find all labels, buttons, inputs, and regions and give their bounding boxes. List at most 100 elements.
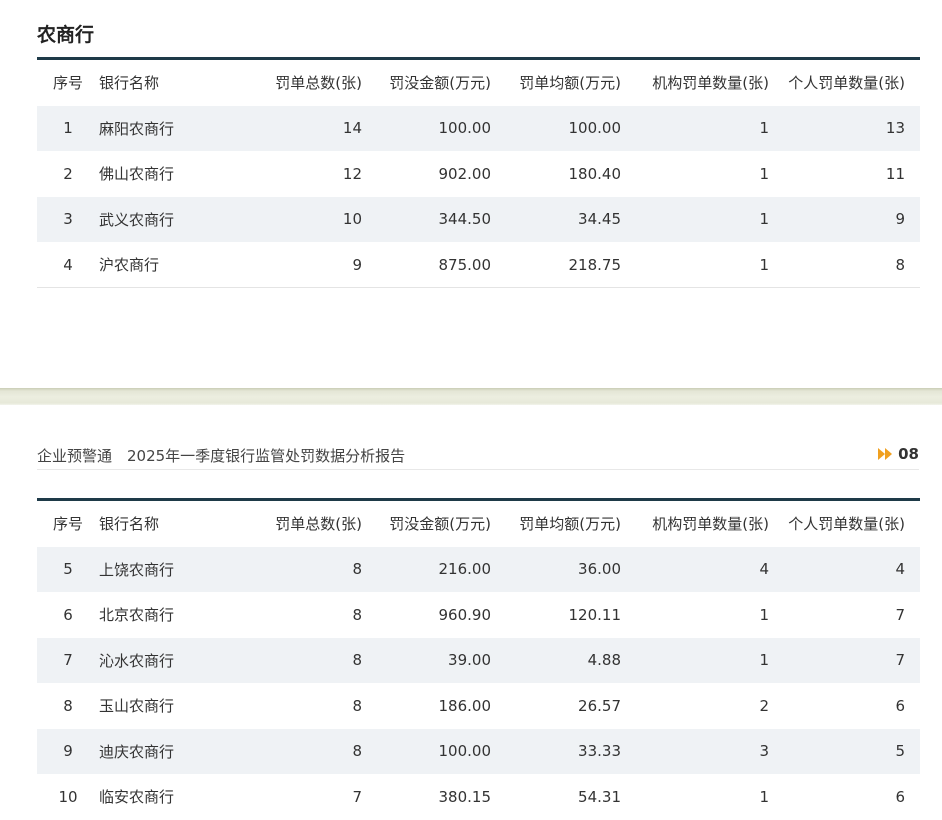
cell-individual-tickets: 8 bbox=[895, 255, 905, 274]
cell-index: 2 bbox=[63, 164, 73, 183]
report-page-top: 农商行 序号 银行名称 罚单总数(张) 罚没金额(万元) 罚单均额(万元) 机构… bbox=[0, 0, 942, 388]
cell-total-tickets: 8 bbox=[352, 560, 362, 579]
cell-total-tickets: 8 bbox=[352, 742, 362, 761]
cell-bank-name: 沁水农商行 bbox=[99, 651, 175, 670]
cell-index: 3 bbox=[63, 210, 73, 229]
cell-institution-tickets: 1 bbox=[759, 255, 769, 274]
cell-total-tickets: 8 bbox=[352, 605, 362, 624]
cell-individual-tickets: 11 bbox=[885, 164, 905, 183]
cell-total-tickets: 10 bbox=[342, 210, 362, 229]
cell-institution-tickets: 1 bbox=[759, 651, 769, 670]
cell-bank-name: 佛山农商行 bbox=[99, 165, 175, 184]
cell-institution-tickets: 2 bbox=[759, 696, 769, 715]
cell-fine-amount: 960.90 bbox=[438, 605, 492, 624]
cell-total-tickets: 7 bbox=[352, 787, 362, 806]
cell-average-amount: 54.31 bbox=[578, 787, 621, 806]
table-row: 6 北京农商行 8 960.90 120.11 1 7 bbox=[37, 592, 920, 638]
cell-bank-name: 迪庆农商行 bbox=[99, 742, 175, 761]
section-title: 农商行 bbox=[37, 24, 95, 46]
cell-institution-tickets: 3 bbox=[759, 742, 769, 761]
cell-average-amount: 33.33 bbox=[578, 742, 621, 761]
cell-index: 10 bbox=[58, 787, 78, 806]
table-row: 2 佛山农商行 12 902.00 180.40 1 11 bbox=[37, 151, 920, 197]
col-header-index: 序号 bbox=[52, 515, 83, 534]
cell-institution-tickets: 1 bbox=[759, 164, 769, 183]
cell-institution-tickets: 1 bbox=[759, 605, 769, 624]
bank-penalty-table-top: 序号 银行名称 罚单总数(张) 罚没金额(万元) 罚单均额(万元) 机构罚单数量… bbox=[37, 57, 920, 288]
cell-index: 6 bbox=[63, 605, 73, 624]
cell-total-tickets: 14 bbox=[342, 119, 362, 138]
cell-bank-name: 沪农商行 bbox=[99, 256, 160, 274]
table-row: 8 玉山农商行 8 186.00 26.57 2 6 bbox=[37, 683, 920, 729]
cell-total-tickets: 8 bbox=[352, 696, 362, 715]
cell-bank-name: 武义农商行 bbox=[99, 210, 175, 229]
cell-individual-tickets: 6 bbox=[895, 787, 905, 806]
cell-average-amount: 100.00 bbox=[568, 119, 622, 138]
cell-index: 5 bbox=[63, 560, 73, 579]
cell-individual-tickets: 5 bbox=[895, 742, 905, 761]
cell-average-amount: 34.45 bbox=[578, 210, 621, 229]
cell-fine-amount: 216.00 bbox=[438, 560, 492, 579]
cell-total-tickets: 8 bbox=[352, 651, 362, 670]
table-header-row: 序号 银行名称 罚单总数(张) 罚没金额(万元) 罚单均额(万元) 机构罚单数量… bbox=[37, 58, 920, 106]
cell-bank-name: 临安农商行 bbox=[99, 788, 175, 807]
cell-fine-amount: 344.50 bbox=[438, 210, 492, 229]
cell-index: 7 bbox=[63, 651, 73, 670]
cell-individual-tickets: 7 bbox=[895, 651, 905, 670]
col-header-total-tickets: 罚单总数(张) bbox=[275, 515, 362, 534]
cell-individual-tickets: 6 bbox=[895, 696, 905, 715]
cell-fine-amount: 39.00 bbox=[448, 651, 491, 670]
cell-individual-tickets: 4 bbox=[895, 560, 905, 579]
page-separator bbox=[0, 388, 942, 405]
cell-index: 4 bbox=[63, 255, 73, 274]
cell-average-amount: 180.40 bbox=[568, 164, 622, 183]
cell-institution-tickets: 1 bbox=[759, 210, 769, 229]
page-number: 08 bbox=[898, 445, 919, 463]
col-header-index: 序号 bbox=[52, 74, 83, 93]
report-page-bottom: 企业预警通 2025年一季度银行监管处罚数据分析报告 08 序号 银行名称 罚单… bbox=[0, 405, 942, 820]
col-header-bank-name: 银行名称 bbox=[99, 74, 160, 93]
cell-individual-tickets: 7 bbox=[895, 605, 905, 624]
cell-institution-tickets: 4 bbox=[759, 560, 769, 579]
cell-fine-amount: 875.00 bbox=[438, 255, 492, 274]
cell-bank-name: 上饶农商行 bbox=[99, 560, 175, 579]
cell-individual-tickets: 9 bbox=[895, 210, 905, 229]
table-row: 9 迪庆农商行 8 100.00 33.33 3 5 bbox=[37, 728, 920, 774]
cell-fine-amount: 380.15 bbox=[438, 787, 492, 806]
bank-penalty-table-bottom: 序号 银行名称 罚单总数(张) 罚没金额(万元) 罚单均额(万元) 机构罚单数量… bbox=[37, 498, 920, 820]
table-row: 5 上饶农商行 8 216.00 36.00 4 4 bbox=[37, 546, 920, 592]
cell-individual-tickets: 13 bbox=[885, 119, 905, 138]
col-header-institution-tickets: 机构罚单数量(张) bbox=[652, 74, 769, 93]
cell-average-amount: 120.11 bbox=[568, 605, 622, 624]
col-header-individual-tickets: 个人罚单数量(张) bbox=[788, 515, 905, 534]
cell-bank-name: 北京农商行 bbox=[99, 606, 175, 625]
col-header-fine-amount: 罚没金额(万元) bbox=[389, 74, 491, 93]
cell-total-tickets: 9 bbox=[352, 255, 362, 274]
cell-institution-tickets: 1 bbox=[759, 787, 769, 806]
col-header-institution-tickets: 机构罚单数量(张) bbox=[652, 515, 769, 534]
cell-index: 1 bbox=[63, 119, 73, 138]
cell-average-amount: 4.88 bbox=[587, 651, 621, 670]
cell-fine-amount: 902.00 bbox=[438, 164, 492, 183]
cell-institution-tickets: 1 bbox=[759, 119, 769, 138]
col-header-bank-name: 银行名称 bbox=[99, 515, 160, 534]
col-header-total-tickets: 罚单总数(张) bbox=[275, 74, 362, 93]
cell-fine-amount: 100.00 bbox=[438, 742, 492, 761]
cell-index: 8 bbox=[63, 696, 73, 715]
col-header-average-amount: 罚单均额(万元) bbox=[519, 74, 621, 93]
cell-average-amount: 26.57 bbox=[578, 696, 621, 715]
table-row: 1 麻阳农商行 14 100.00 100.00 1 13 bbox=[37, 105, 920, 151]
cell-fine-amount: 100.00 bbox=[438, 119, 492, 138]
double-chevron-right-icon bbox=[878, 448, 893, 460]
cell-bank-name: 麻阳农商行 bbox=[99, 119, 175, 138]
table-row: 4 沪农商行 9 875.00 218.75 1 8 bbox=[37, 242, 920, 288]
table-row: 7 沁水农商行 8 39.00 4.88 1 7 bbox=[37, 637, 920, 683]
cell-total-tickets: 12 bbox=[342, 164, 362, 183]
col-header-individual-tickets: 个人罚单数量(张) bbox=[788, 74, 905, 93]
cell-average-amount: 36.00 bbox=[578, 560, 621, 579]
table-header-row: 序号 银行名称 罚单总数(张) 罚没金额(万元) 罚单均额(万元) 机构罚单数量… bbox=[37, 499, 920, 547]
cell-bank-name: 玉山农商行 bbox=[99, 697, 175, 716]
page-number-badge: 08 bbox=[877, 445, 919, 463]
table-row: 3 武义农商行 10 344.50 34.45 1 9 bbox=[37, 196, 920, 242]
page-header: 企业预警通 2025年一季度银行监管处罚数据分析报告 08 bbox=[37, 445, 919, 470]
